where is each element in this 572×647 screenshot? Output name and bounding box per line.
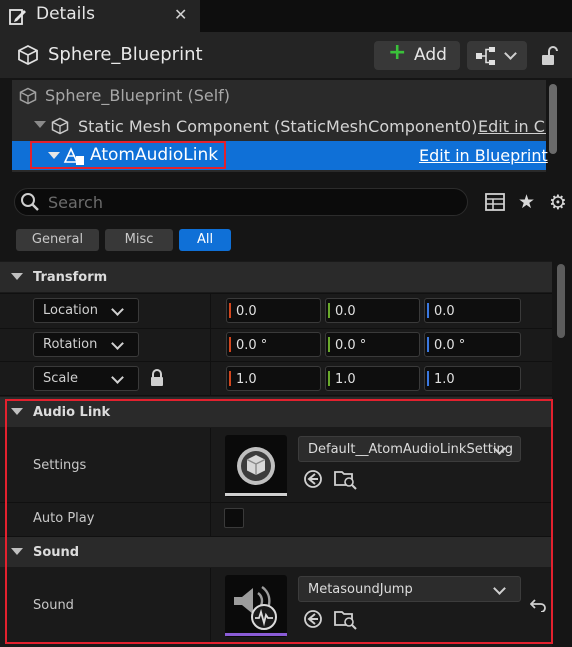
blueprint-icon [476, 47, 495, 65]
lock-icon[interactable] [540, 45, 560, 67]
scale-z-value: 1.0 [434, 372, 455, 387]
cube-icon [19, 87, 37, 105]
grid-icon[interactable] [485, 192, 505, 212]
highlight-box [5, 399, 553, 644]
scale-x-value: 1.0 [236, 372, 257, 387]
gear-icon[interactable]: ⚙ [549, 190, 567, 214]
column-divider [210, 293, 211, 395]
search-placeholder: Search [48, 193, 103, 212]
filter-tab-misc[interactable]: Misc [105, 229, 173, 251]
tree-item-root[interactable]: Sphere_Blueprint (Self) [45, 86, 230, 105]
location-x-value: 0.0 [236, 304, 257, 319]
close-icon[interactable]: ✕ [174, 5, 187, 24]
scale-y-value: 1.0 [335, 372, 356, 387]
location-z-value: 0.0 [434, 304, 455, 319]
x-axis-marker [229, 371, 231, 386]
tree-scrollbar[interactable] [549, 84, 557, 154]
row-divider [0, 361, 552, 362]
scale-label: Scale [43, 371, 78, 386]
cube-icon [51, 117, 69, 135]
collapse-arrow-icon[interactable] [11, 273, 23, 280]
row-divider [0, 328, 552, 329]
edit-in-cpp-link[interactable]: Edit in C++ [478, 117, 546, 136]
tab-title: Details [36, 4, 95, 24]
y-axis-marker [328, 303, 330, 318]
lock-icon[interactable] [149, 369, 165, 387]
z-axis-marker [427, 371, 429, 386]
edit-in-blueprint-link[interactable]: Edit in Blueprint [419, 146, 548, 165]
rotation-y-value: 0.0 ° [335, 338, 367, 353]
filter-tab-all[interactable]: All [179, 229, 231, 251]
x-axis-marker [229, 337, 231, 352]
z-axis-marker [427, 337, 429, 352]
tree-item-static-mesh[interactable]: Static Mesh Component (StaticMeshCompone… [78, 117, 477, 136]
pencil-icon [9, 9, 26, 25]
star-icon[interactable]: ★ [518, 191, 535, 213]
tab-details[interactable] [0, 0, 200, 32]
plus-icon: + [388, 40, 407, 65]
x-axis-marker [229, 303, 231, 318]
y-axis-marker [328, 337, 330, 352]
cube-icon [18, 44, 38, 66]
expand-arrow-icon[interactable] [34, 121, 46, 128]
filter-tab-general[interactable]: General [16, 229, 99, 251]
add-button-label: Add [414, 45, 447, 65]
properties-scrollbar[interactable] [557, 264, 565, 338]
y-axis-marker [328, 371, 330, 386]
rotation-x-value: 0.0 ° [236, 338, 268, 353]
object-title: Sphere_Blueprint [48, 44, 203, 65]
row-divider [0, 395, 552, 396]
row-divider [0, 293, 552, 294]
location-label: Location [43, 303, 98, 318]
location-y-value: 0.0 [335, 304, 356, 319]
search-icon [21, 193, 39, 211]
rotation-z-value: 0.0 ° [434, 338, 466, 353]
category-title: Transform [33, 270, 108, 285]
highlight-box [30, 141, 226, 169]
z-axis-marker [427, 303, 429, 318]
rotation-label: Rotation [43, 337, 98, 352]
